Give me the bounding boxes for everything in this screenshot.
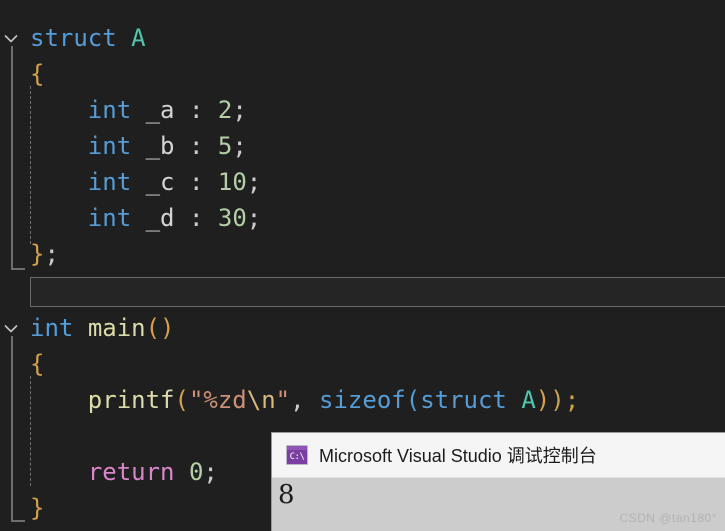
keyword-int: int (87, 96, 132, 124)
keyword-int: int (87, 168, 132, 196)
keyword-int: int (87, 132, 132, 160)
function-call-printf: printf (87, 386, 175, 414)
bitfield-width-c: 10 (217, 168, 247, 196)
paren-open: ( (174, 386, 189, 414)
return-value: 0 (188, 458, 204, 486)
console-icon-label: C:\ (289, 452, 305, 462)
brace-open: { (30, 350, 45, 378)
bitfield-width-b: 5 (217, 132, 233, 160)
string-quote-close: " (275, 386, 291, 414)
debug-console-window[interactable]: C:\ Microsoft Visual Studio 调试控制台 8 CSDN… (272, 433, 725, 531)
parens-empty: () (145, 314, 175, 342)
code-line-return[interactable]: return 0; (30, 454, 218, 490)
keyword-int: int (87, 204, 132, 232)
code-line-main-decl[interactable]: int main() (30, 310, 175, 346)
paren-open: ( (405, 386, 421, 414)
field-name-a: _a (145, 96, 175, 124)
escape-sequence: \n (246, 386, 276, 414)
semicolon: ; (232, 96, 247, 124)
code-line-struct-open-brace[interactable]: { (30, 56, 44, 92)
semicolon: ; (232, 132, 247, 160)
keyword-int: int (30, 314, 74, 342)
type-name-a: A (131, 24, 146, 52)
semicolon: ; (246, 168, 262, 196)
current-line-highlight[interactable] (30, 277, 725, 307)
type-name-a: A (521, 386, 536, 414)
code-line-main-close-brace[interactable]: } (30, 490, 44, 526)
fold-region-bar-struct (11, 46, 25, 270)
keyword-sizeof: sizeof (319, 386, 406, 414)
console-window-title: Microsoft Visual Studio 调试控制台 (319, 446, 597, 466)
keyword-struct: struct (420, 386, 507, 414)
field-name-d: _d (145, 204, 175, 232)
colon-operator: : (188, 168, 204, 196)
code-line-struct-close[interactable]: }; (30, 236, 59, 272)
close-call-parens: )); (535, 386, 580, 414)
keyword-return: return (87, 458, 175, 486)
semicolon: ; (44, 240, 59, 268)
code-line-main-open-brace[interactable]: { (30, 346, 44, 382)
semicolon: ; (203, 458, 218, 486)
code-line-field-a[interactable]: int _a : 2; (30, 92, 247, 128)
code-line-struct-decl[interactable]: struct A (30, 20, 146, 56)
code-line-field-d[interactable]: int _d : 30; (30, 200, 261, 236)
fold-region-bar-main (11, 336, 25, 522)
colon-operator: : (188, 96, 204, 124)
console-output-text: 8 (278, 480, 295, 510)
console-output-area[interactable]: 8 CSDN @tan180° (272, 478, 725, 531)
field-name-c: _c (145, 168, 175, 196)
console-titlebar[interactable]: C:\ Microsoft Visual Studio 调试控制台 (272, 433, 725, 478)
keyword-struct: struct (30, 24, 117, 52)
comma: , (290, 386, 305, 414)
code-line-field-b[interactable]: int _b : 5; (30, 128, 247, 164)
code-line-printf[interactable]: printf("%zd\n", sizeof(struct A)); (30, 382, 579, 418)
brace-close: } (30, 240, 45, 268)
brace-open: { (30, 60, 45, 88)
chevron-down-icon (4, 324, 18, 333)
string-quote-open: " (188, 386, 204, 414)
format-specifier: %zd (203, 386, 247, 414)
function-name-main: main (87, 314, 146, 342)
watermark: CSDN @tan180° (619, 511, 717, 525)
brace-close: } (30, 494, 45, 522)
colon-operator: : (188, 132, 204, 160)
bitfield-width-d: 30 (217, 204, 247, 232)
chevron-down-icon (4, 34, 18, 43)
console-icon: C:\ (286, 445, 308, 465)
code-line-field-c[interactable]: int _c : 10; (30, 164, 261, 200)
colon-operator: : (188, 204, 204, 232)
screen: struct A { int _a : 2; int _b : 5; int _… (0, 0, 725, 531)
field-name-b: _b (145, 132, 175, 160)
bitfield-width-a: 2 (217, 96, 233, 124)
semicolon: ; (246, 204, 262, 232)
